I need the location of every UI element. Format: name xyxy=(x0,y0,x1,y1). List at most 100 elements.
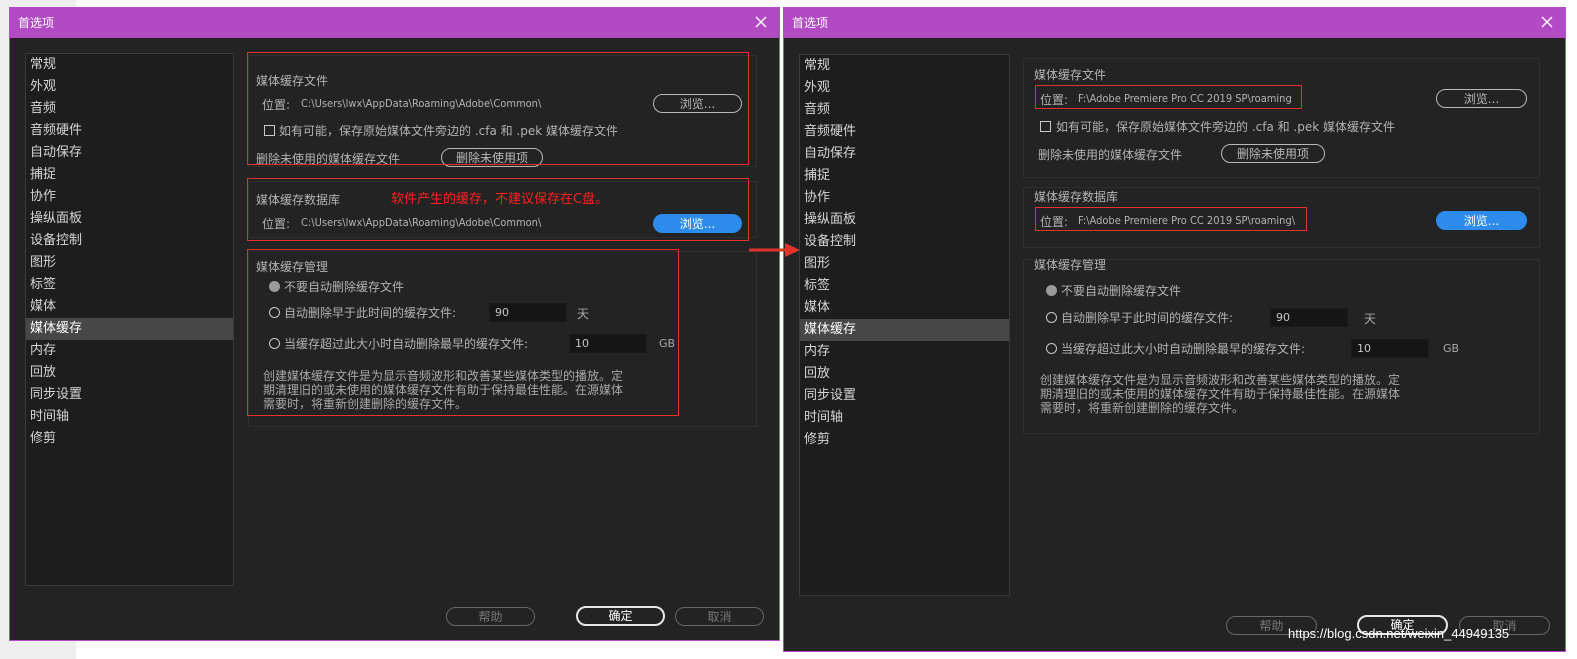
save-beside-originals-checkbox[interactable] xyxy=(1040,121,1051,132)
cache-files-location-label: 位置: xyxy=(1040,93,1069,107)
description-line: 创建媒体缓存文件是为显示音频波形和改善某些媒体类型的播放。定 xyxy=(263,369,624,383)
nav-item[interactable]: 修剪 xyxy=(800,429,1009,451)
description-line: 需要时，将重新创建删除的缓存文件。 xyxy=(1040,401,1245,415)
ok-button[interactable]: 确定 xyxy=(576,606,665,626)
nav-item[interactable]: 常规 xyxy=(800,55,1009,77)
cache-db-location-label: 位置: xyxy=(262,217,291,231)
description-line: 需要时，将重新创建删除的缓存文件。 xyxy=(263,397,468,411)
dialog-titlebar: 首选项 xyxy=(10,8,779,38)
cache-description: 创建媒体缓存文件是为显示音频波形和改善某些媒体类型的播放。定 期清理旧的或未使用… xyxy=(1040,373,1400,415)
nav-item[interactable]: 音频 xyxy=(800,99,1009,121)
delete-size-radio[interactable] xyxy=(269,338,280,349)
never-delete-radio[interactable] xyxy=(1046,285,1057,296)
never-delete-radio[interactable] xyxy=(269,281,280,292)
cache-db-location-label: 位置: xyxy=(1040,215,1069,229)
nav-item[interactable]: 时间轴 xyxy=(800,407,1009,429)
delete-size-gb-input[interactable]: 10 xyxy=(1351,339,1429,358)
nav-item[interactable]: 内存 xyxy=(26,340,233,362)
preferences-nav-list: 常规 外观 音频 音频硬件 自动保存 捕捉 协作 操纵面板 设备控制 图形 标签 媒体 媒体缓存 内存 回放… xyxy=(25,53,234,586)
cache-files-browse-button[interactable]: 浏览... xyxy=(1436,89,1527,108)
save-beside-originals-checkbox[interactable] xyxy=(264,125,275,136)
cache-db-section: 媒体缓存数据库 位置: F:\Adobe Premiere Pro CC 201… xyxy=(1023,187,1540,248)
cache-db-location-path: F:\Adobe Premiere Pro CC 2019 SP\roaming… xyxy=(1078,214,1296,227)
close-icon[interactable] xyxy=(1539,14,1555,30)
nav-item[interactable]: 音频 xyxy=(26,98,233,120)
delete-older-days-input[interactable]: 90 xyxy=(1270,308,1348,327)
gb-unit: GB xyxy=(1443,342,1460,355)
never-delete-label: 不要自动删除缓存文件 xyxy=(284,280,405,294)
nav-item[interactable]: 内存 xyxy=(800,341,1009,363)
close-icon[interactable] xyxy=(753,14,769,30)
description-line: 期清理旧的或未使用的媒体缓存文件有助于保持最佳性能。在源媒体 xyxy=(1040,387,1401,401)
watermark-url: https://blog.csdn.net/weixin_44949135 xyxy=(1288,626,1510,641)
nav-item[interactable]: 标签 xyxy=(26,274,233,296)
delete-unused-label: 删除未使用的媒体缓存文件 xyxy=(1038,148,1183,162)
nav-item[interactable]: 媒体缓存 xyxy=(800,319,1009,341)
nav-item[interactable]: 捕捉 xyxy=(800,165,1009,187)
save-beside-originals-label: 如有可能，保存原始媒体文件旁边的 .cfa 和 .pek 媒体缓存文件 xyxy=(1056,120,1396,134)
nav-item[interactable]: 操纵面板 xyxy=(800,209,1009,231)
delete-size-gb-input[interactable]: 10 xyxy=(569,334,647,353)
nav-item[interactable]: 常规 xyxy=(26,54,233,76)
never-delete-label: 不要自动删除缓存文件 xyxy=(1061,284,1182,298)
nav-item[interactable]: 同步设置 xyxy=(26,384,233,406)
cancel-button[interactable]: 取消 xyxy=(675,607,764,626)
nav-item[interactable]: 设备控制 xyxy=(26,230,233,252)
gb-unit: GB xyxy=(659,337,676,350)
nav-item[interactable]: 捕捉 xyxy=(26,164,233,186)
delete-unused-button[interactable]: 删除未使用项 xyxy=(441,148,543,167)
delete-older-days-input[interactable]: 90 xyxy=(489,303,567,322)
cache-files-title: 媒体缓存文件 xyxy=(256,74,329,88)
cache-db-location-path: C:\Users\lwx\AppData\Roaming\Adobe\Commo… xyxy=(301,216,542,229)
delete-size-label: 当缓存超过此大小时自动删除最早的缓存文件: xyxy=(1061,342,1306,356)
nav-item[interactable]: 自动保存 xyxy=(800,143,1009,165)
nav-item[interactable]: 图形 xyxy=(26,252,233,274)
delete-older-radio[interactable] xyxy=(1046,312,1057,323)
nav-item[interactable]: 协作 xyxy=(800,187,1009,209)
nav-item[interactable]: 外观 xyxy=(800,77,1009,99)
nav-item[interactable]: 同步设置 xyxy=(800,385,1009,407)
nav-item[interactable]: 媒体 xyxy=(800,297,1009,319)
nav-item[interactable]: 媒体 xyxy=(26,296,233,318)
days-unit: 天 xyxy=(1364,312,1377,326)
description-line: 创建媒体缓存文件是为显示音频波形和改善某些媒体类型的播放。定 xyxy=(1040,373,1401,387)
delete-older-label: 自动删除早于此时间的缓存文件: xyxy=(1061,311,1234,325)
nav-item[interactable]: 标签 xyxy=(800,275,1009,297)
preferences-dialog-after: 首选项 常规 外观 音频 音频硬件 自动保存 捕捉 协作 操纵面板 设备控制 图形 标签 媒体 媒体缓存… xyxy=(783,7,1566,652)
delete-size-radio[interactable] xyxy=(1046,343,1057,354)
delete-older-radio[interactable] xyxy=(269,307,280,318)
nav-item[interactable]: 图形 xyxy=(800,253,1009,275)
arrow-right-icon xyxy=(749,243,800,257)
cache-files-browse-button[interactable]: 浏览... xyxy=(653,94,742,113)
nav-item[interactable]: 时间轴 xyxy=(26,406,233,428)
cache-management-section: 媒体缓存管理 不要自动删除缓存文件 自动删除早于此时间的缓存文件: 90 天 当… xyxy=(248,251,757,427)
nav-item[interactable]: 音频硬件 xyxy=(26,120,233,142)
nav-item[interactable]: 回放 xyxy=(800,363,1009,385)
dialog-title: 首选项 xyxy=(18,16,55,30)
delete-unused-button[interactable]: 删除未使用项 xyxy=(1221,144,1325,163)
nav-item[interactable]: 自动保存 xyxy=(26,142,233,164)
cache-description: 创建媒体缓存文件是为显示音频波形和改善某些媒体类型的播放。定 期清理旧的或未使用… xyxy=(263,369,623,411)
preferences-dialog-before: 首选项 常规 外观 音频 音频硬件 自动保存 捕捉 协作 操纵面板 设备控制 图形 标签 媒体 媒体缓存… xyxy=(9,7,780,641)
delete-size-label: 当缓存超过此大小时自动删除最早的缓存文件: xyxy=(284,337,529,351)
nav-item[interactable]: 外观 xyxy=(26,76,233,98)
preferences-nav-list: 常规 外观 音频 音频硬件 自动保存 捕捉 协作 操纵面板 设备控制 图形 标签 媒体 媒体缓存 内存 回放… xyxy=(799,54,1010,596)
cache-files-location-label: 位置: xyxy=(262,98,291,112)
cache-db-browse-button[interactable]: 浏览... xyxy=(653,214,742,233)
cache-management-title: 媒体缓存管理 xyxy=(1034,258,1107,272)
save-beside-originals-label: 如有可能，保存原始媒体文件旁边的 .cfa 和 .pek 媒体缓存文件 xyxy=(279,124,619,138)
delete-older-label: 自动删除早于此时间的缓存文件: xyxy=(284,306,457,320)
cache-db-browse-button[interactable]: 浏览... xyxy=(1436,211,1527,230)
cache-db-title: 媒体缓存数据库 xyxy=(256,193,341,207)
nav-item[interactable]: 设备控制 xyxy=(800,231,1009,253)
nav-item[interactable]: 操纵面板 xyxy=(26,208,233,230)
nav-item[interactable]: 修剪 xyxy=(26,428,233,450)
delete-unused-label: 删除未使用的媒体缓存文件 xyxy=(256,152,401,166)
nav-item[interactable]: 媒体缓存 xyxy=(26,318,233,340)
description-line: 期清理旧的或未使用的媒体缓存文件有助于保持最佳性能。在源媒体 xyxy=(263,383,624,397)
help-button[interactable]: 帮助 xyxy=(446,607,535,626)
nav-item[interactable]: 协作 xyxy=(26,186,233,208)
nav-item[interactable]: 回放 xyxy=(26,362,233,384)
nav-item[interactable]: 音频硬件 xyxy=(800,121,1009,143)
dialog-title: 首选项 xyxy=(792,16,829,30)
